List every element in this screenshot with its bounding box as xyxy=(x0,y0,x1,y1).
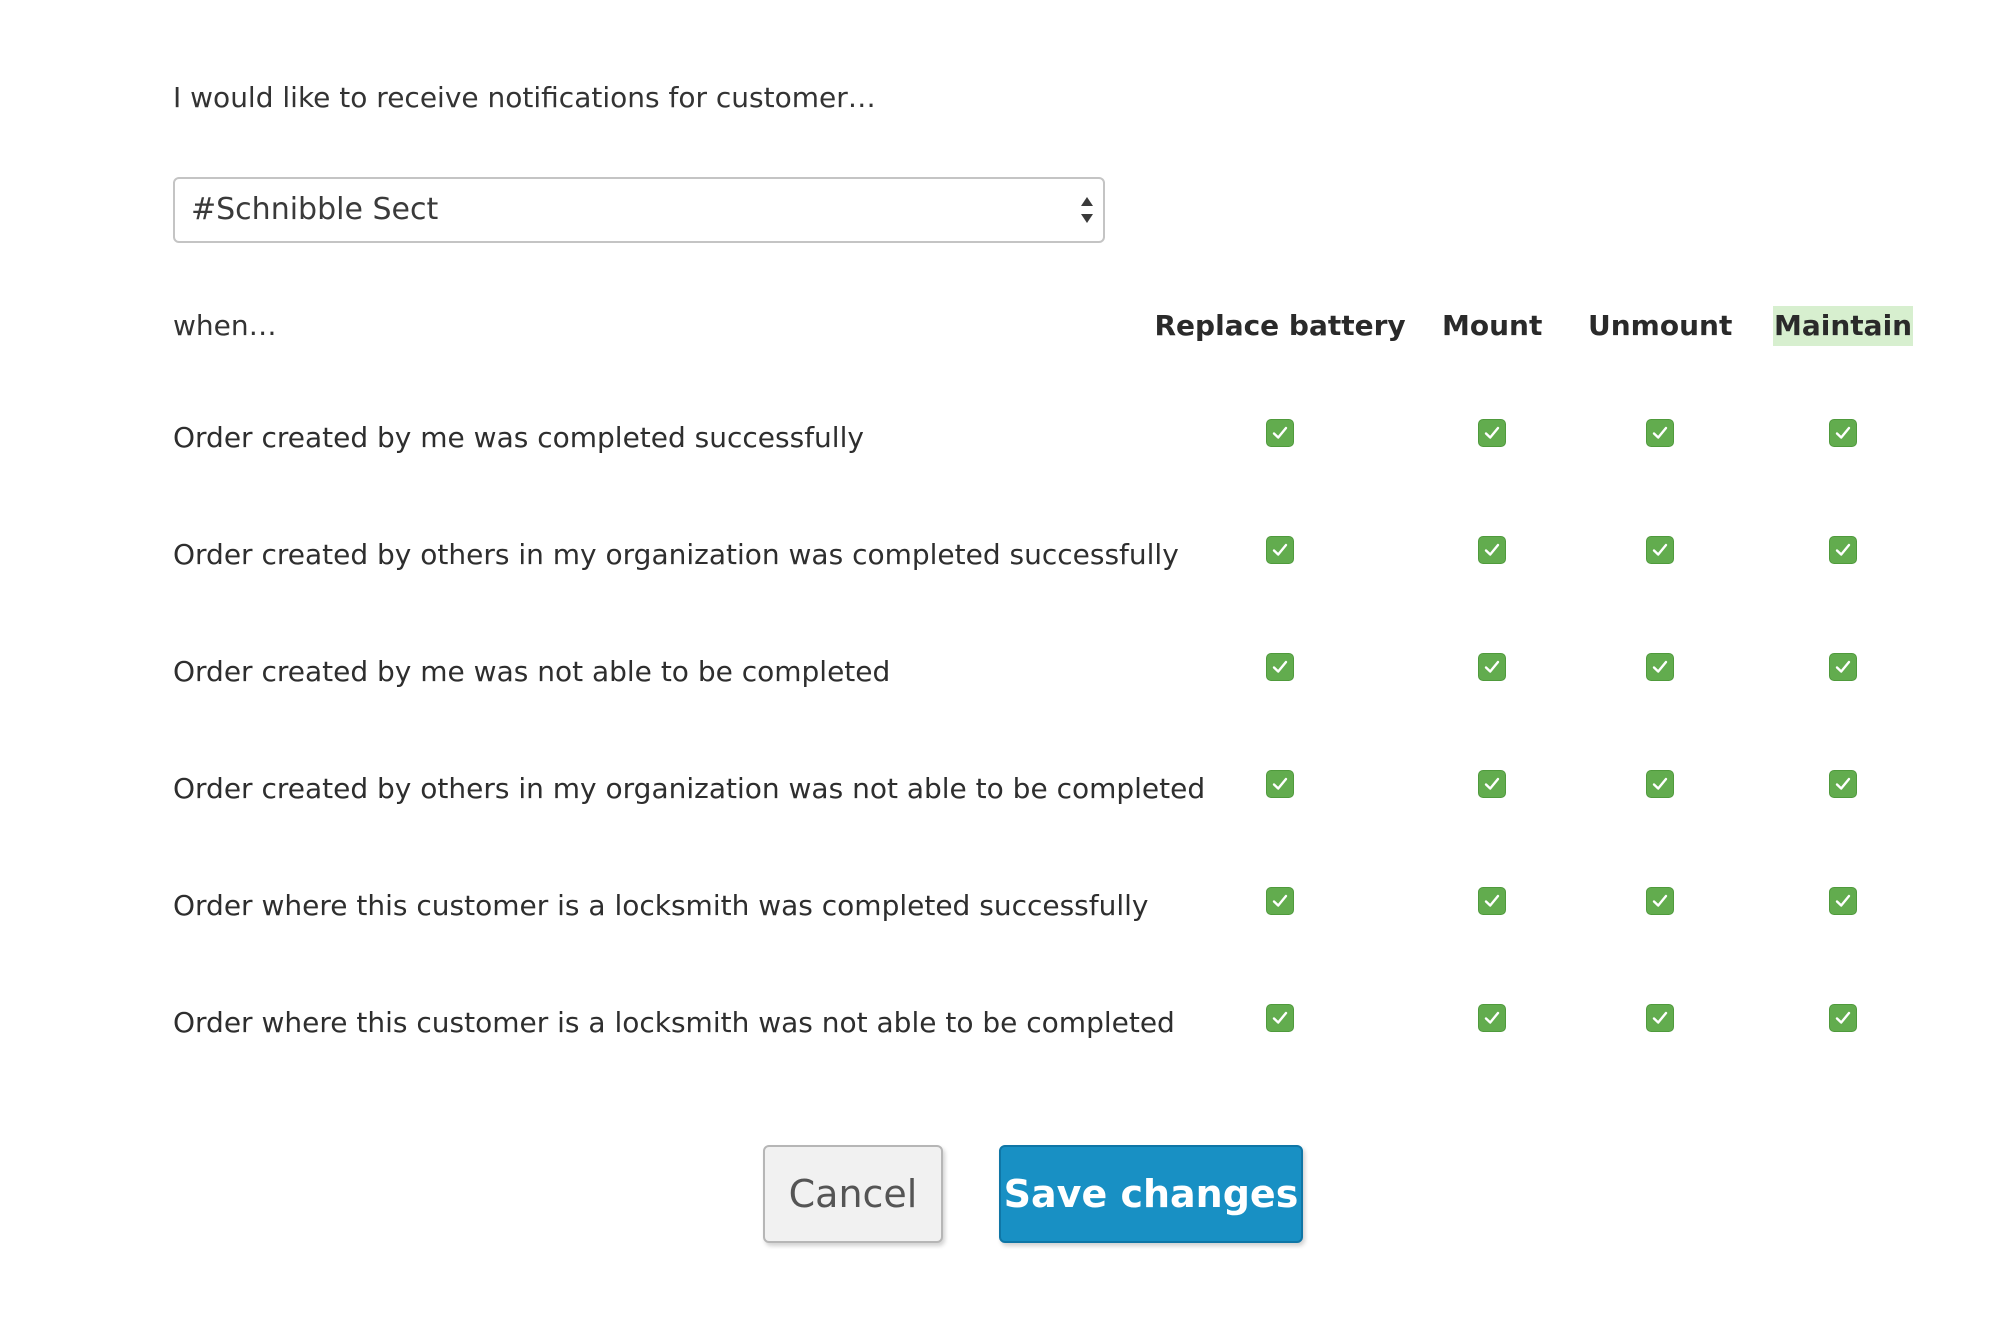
checkbox-replace-battery[interactable] xyxy=(1266,419,1294,447)
intro-text: I would like to receive notifications fo… xyxy=(173,81,876,114)
customer-select[interactable]: #Schnibble Sect xyxy=(173,177,1105,243)
checkbox-mount[interactable] xyxy=(1478,887,1506,915)
checkbox-mount[interactable] xyxy=(1478,653,1506,681)
cancel-button[interactable]: Cancel xyxy=(763,1145,943,1243)
checkbox-replace-battery[interactable] xyxy=(1266,770,1294,798)
row-label: Order created by me was not able to be c… xyxy=(173,655,891,688)
checkbox-maintain[interactable] xyxy=(1829,536,1857,564)
row-label: Order where this customer is a locksmith… xyxy=(173,889,1149,922)
up-down-arrows-icon xyxy=(1079,195,1095,225)
checkbox-maintain[interactable] xyxy=(1829,887,1857,915)
checkbox-replace-battery[interactable] xyxy=(1266,887,1294,915)
checkbox-unmount[interactable] xyxy=(1646,419,1674,447)
checkbox-unmount[interactable] xyxy=(1646,1004,1674,1032)
checkbox-unmount[interactable] xyxy=(1646,653,1674,681)
row-label: Order where this customer is a locksmith… xyxy=(173,1006,1175,1039)
checkbox-replace-battery[interactable] xyxy=(1266,1004,1294,1032)
checkbox-unmount[interactable] xyxy=(1646,770,1674,798)
row-label: Order created by others in my organizati… xyxy=(173,772,1206,805)
checkbox-mount[interactable] xyxy=(1478,536,1506,564)
save-changes-button[interactable]: Save changes xyxy=(999,1145,1303,1243)
row-label: Order created by me was completed succes… xyxy=(173,421,864,454)
column-header-mount: Mount xyxy=(1442,309,1543,342)
column-header-unmount: Unmount xyxy=(1588,309,1733,342)
row-label: Order created by others in my organizati… xyxy=(173,538,1179,571)
checkbox-maintain[interactable] xyxy=(1829,1004,1857,1032)
checkbox-maintain[interactable] xyxy=(1829,653,1857,681)
checkbox-replace-battery[interactable] xyxy=(1266,536,1294,564)
checkbox-mount[interactable] xyxy=(1478,770,1506,798)
checkbox-replace-battery[interactable] xyxy=(1266,653,1294,681)
checkbox-unmount[interactable] xyxy=(1646,536,1674,564)
column-header-replace-battery: Replace battery xyxy=(1154,309,1406,342)
checkbox-maintain[interactable] xyxy=(1829,770,1857,798)
checkbox-unmount[interactable] xyxy=(1646,887,1674,915)
checkbox-maintain[interactable] xyxy=(1829,419,1857,447)
column-header-maintain: Maintain xyxy=(1773,306,1914,346)
checkbox-mount[interactable] xyxy=(1478,419,1506,447)
customer-select-value: #Schnibble Sect xyxy=(191,192,439,227)
checkbox-mount[interactable] xyxy=(1478,1004,1506,1032)
when-label: when… xyxy=(173,309,277,342)
